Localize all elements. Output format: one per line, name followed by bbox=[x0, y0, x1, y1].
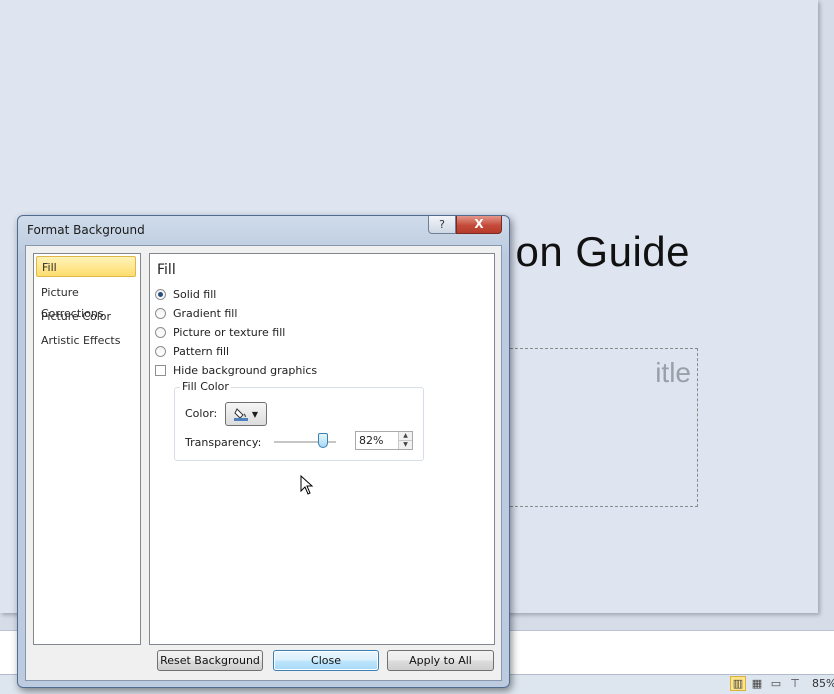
slide-sorter-view-icon[interactable]: ▦ bbox=[749, 676, 765, 691]
pane-title: Fill bbox=[157, 262, 176, 278]
transparency-spin-arrows[interactable]: ▲ ▼ bbox=[398, 432, 412, 449]
fill-color-group: Fill Color Color: ▼ Transparency: 82% ▲ … bbox=[174, 380, 424, 461]
view-buttons: ▥ ▦ ▭ ⊤ bbox=[730, 676, 803, 691]
apply-to-all-button[interactable]: Apply to All bbox=[387, 650, 494, 671]
help-button[interactable]: ? bbox=[428, 216, 456, 234]
picture-texture-fill-label: Picture or texture fill bbox=[173, 325, 286, 339]
solid-fill-label: Solid fill bbox=[173, 287, 217, 301]
gradient-fill-radio[interactable] bbox=[155, 307, 166, 319]
hide-background-graphics-label: Hide background graphics bbox=[173, 363, 318, 377]
color-picker-button[interactable]: ▼ bbox=[225, 402, 267, 426]
dialog-caption-buttons: ? X bbox=[428, 216, 502, 234]
transparency-slider-thumb[interactable] bbox=[318, 433, 328, 448]
gradient-fill-option[interactable]: Gradient fill bbox=[155, 305, 237, 321]
nav-item-picture-corrections[interactable]: Picture Corrections bbox=[36, 282, 136, 320]
nav-item-fill[interactable]: Fill bbox=[36, 256, 136, 277]
transparency-value[interactable]: 82% bbox=[359, 434, 383, 447]
hide-background-graphics-option[interactable]: Hide background graphics bbox=[155, 362, 317, 378]
close-window-button[interactable]: X bbox=[456, 216, 502, 234]
paint-bucket-icon bbox=[233, 407, 248, 421]
dialog-body: Fill Picture Corrections Picture Color A… bbox=[25, 245, 502, 681]
chevron-down-icon: ▼ bbox=[251, 409, 259, 419]
picture-texture-fill-option[interactable]: Picture or texture fill bbox=[155, 324, 285, 340]
dialog-title: Format Background bbox=[27, 223, 145, 237]
category-list: Fill Picture Corrections Picture Color A… bbox=[33, 253, 141, 645]
nav-item-artistic-effects[interactable]: Artistic Effects bbox=[36, 330, 136, 351]
solid-fill-option[interactable]: Solid fill bbox=[155, 286, 216, 302]
format-background-dialog: Format Background ? X Fill Picture Corre… bbox=[17, 215, 510, 688]
solid-fill-radio[interactable] bbox=[155, 288, 166, 300]
transparency-label: Transparency: bbox=[185, 436, 262, 449]
picture-texture-fill-radio[interactable] bbox=[155, 326, 166, 338]
spin-down-icon[interactable]: ▼ bbox=[399, 440, 412, 449]
normal-view-icon[interactable]: ▥ bbox=[730, 676, 746, 691]
fill-color-legend: Fill Color bbox=[180, 380, 231, 393]
close-button[interactable]: Close bbox=[273, 650, 379, 671]
pattern-fill-radio[interactable] bbox=[155, 345, 166, 357]
transparency-spinbox[interactable]: 82% ▲ ▼ bbox=[355, 431, 413, 450]
reading-view-icon[interactable]: ▭ bbox=[768, 676, 784, 691]
slide-show-icon[interactable]: ⊤ bbox=[787, 676, 803, 691]
gradient-fill-label: Gradient fill bbox=[173, 306, 238, 320]
fill-pane: Fill Solid fill Gradient fill Picture or… bbox=[149, 253, 495, 645]
pattern-fill-option[interactable]: Pattern fill bbox=[155, 343, 229, 359]
zoom-level[interactable]: 85% bbox=[812, 677, 834, 690]
pattern-fill-label: Pattern fill bbox=[173, 344, 230, 358]
spin-up-icon[interactable]: ▲ bbox=[399, 432, 412, 440]
reset-background-button[interactable]: Reset Background bbox=[157, 650, 263, 671]
color-label: Color: bbox=[185, 407, 218, 420]
mouse-cursor-icon bbox=[300, 474, 314, 498]
hide-background-graphics-checkbox[interactable] bbox=[155, 364, 166, 376]
nav-item-picture-color[interactable]: Picture Color bbox=[36, 306, 136, 327]
